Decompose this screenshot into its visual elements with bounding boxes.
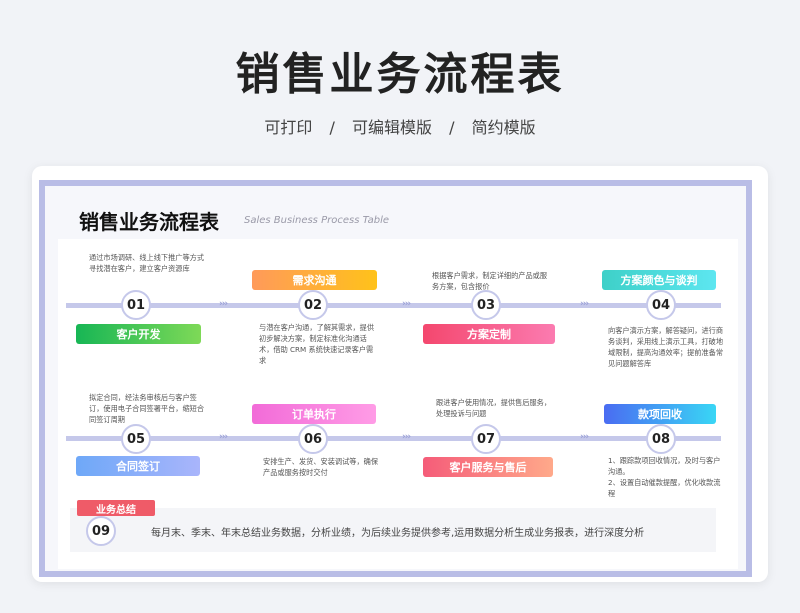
step-desc-03: 根据客户需求，制定详细的产品或服务方案，包含报价 [432, 271, 548, 291]
chevron-icon: ››› [580, 299, 589, 309]
doc-subtitle: Sales Business Process Table [244, 215, 390, 226]
step-num-01: 01 [121, 290, 151, 320]
timeline-track-2 [66, 436, 721, 441]
step-num-03: 03 [471, 290, 501, 320]
summary-tag: 业务总结 [77, 500, 155, 516]
chevron-icon: ››› [580, 432, 589, 442]
timeline-track-1 [66, 303, 721, 308]
step-label-03: 方案定制 [423, 324, 555, 344]
format-links: 可打印 / 可编辑模版 / 简约模版 [0, 114, 800, 138]
summary-text: 每月末、季末、年末总结业务数据，分析业绩，为后续业务提供参考,运用数据分析生成业… [151, 528, 645, 539]
link-printable[interactable]: 可打印 [264, 118, 312, 137]
step-label-01: 客户开发 [76, 324, 201, 344]
link-simple[interactable]: 简约模版 [472, 118, 536, 137]
doc-title: 销售业务流程表 [79, 210, 219, 234]
step-desc-04: 向客户演示方案，解答疑问，进行商务谈判，采用线上演示工具，打破地域限制，提高沟通… [608, 326, 724, 368]
page-title: 销售业务流程表 [235, 49, 565, 100]
step-num-06: 06 [298, 424, 328, 454]
chevron-icon: ››› [402, 432, 411, 442]
step-num-08: 08 [646, 424, 676, 454]
step-desc-01: 通过市场调研、线上线下推广等方式寻找潜在客户，建立客户资源库 [89, 253, 205, 273]
step-num-02: 02 [298, 290, 328, 320]
summary-num: 09 [86, 516, 116, 546]
chevron-icon: ››› [219, 299, 228, 309]
step-desc-08: 1、跟踪款项回收情况，及时与客户沟通。 2、设置自动催款提醒，优化收款流程 [608, 456, 721, 498]
step-label-08: 款项回收 [604, 404, 716, 424]
step-desc-06: 安排生产、发货、安装调试等，确保产品或服务按时交付 [263, 457, 379, 477]
chevron-icon: ››› [402, 299, 411, 309]
step-desc-07: 跟进客户使用情况，提供售后服务，处理投诉与问题 [436, 398, 552, 418]
step-num-07: 07 [471, 424, 501, 454]
step-label-07: 客户服务与售后 [423, 457, 553, 477]
separator: / [449, 118, 455, 137]
chevron-icon: ››› [219, 432, 228, 442]
step-label-02: 需求沟通 [252, 270, 377, 290]
step-num-04: 04 [646, 290, 676, 320]
separator: / [329, 118, 335, 137]
step-desc-05: 拟定合同，经法务审核后与客户签订，使用电子合同签署平台，缩短合同签订周期 [89, 393, 205, 424]
link-editable[interactable]: 可编辑模版 [352, 118, 432, 137]
step-label-04: 方案颜色与谈判 [602, 270, 716, 290]
step-num-05: 05 [121, 424, 151, 454]
step-desc-02: 与潜在客户沟通，了解其需求，提供初步解决方案，制定标准化沟通话术，借助 CRM … [259, 323, 375, 365]
step-label-06: 订单执行 [252, 404, 376, 424]
step-label-05: 合同签订 [76, 456, 200, 476]
